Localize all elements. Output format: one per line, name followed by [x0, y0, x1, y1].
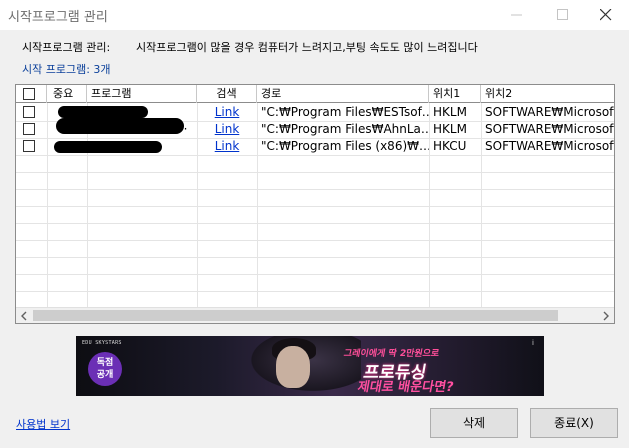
- delete-button[interactable]: 삭제: [430, 408, 518, 438]
- location1-cell: HKLM: [433, 105, 467, 119]
- location2-cell: SOFTWARE₩Microsoft₩: [485, 105, 614, 119]
- row-checkbox[interactable]: [23, 140, 35, 152]
- select-all-checkbox[interactable]: [23, 88, 35, 100]
- location2-cell: SOFTWARE₩Microsoft₩: [485, 122, 614, 136]
- table-row[interactable]: ··· Link "C:₩Program Files₩AhnLa… HKLM S…: [16, 118, 614, 138]
- grid-row-line: [16, 223, 614, 224]
- grid-row-line: [16, 257, 614, 258]
- banner-badge: 독점 공개: [88, 352, 122, 386]
- search-link[interactable]: Link: [215, 139, 240, 153]
- banner-badge-text: 독점 공개: [96, 358, 114, 380]
- close-icon: [600, 9, 612, 21]
- redacted-program-name: [54, 141, 162, 153]
- maximize-button[interactable]: [540, 0, 586, 30]
- redacted-program-name: [56, 118, 184, 134]
- ad-info-icon[interactable]: i: [532, 339, 540, 347]
- grid-row-line: [16, 189, 614, 190]
- table-header: 중요 프로그램 검색 경로 위치1 위치2: [16, 85, 614, 103]
- location1-cell: HKLM: [433, 122, 467, 136]
- program-count: 시작 프로그램: 3개: [22, 63, 111, 76]
- header-location2[interactable]: 위치2: [481, 85, 614, 103]
- scroll-right-arrow-icon[interactable]: [601, 311, 611, 321]
- description-text: 시작프로그램이 많을 경우 컴퓨터가 느려지고,부팅 속도도 많이 느려집니다: [136, 41, 478, 54]
- path-cell: "C:₩Program Files₩ESTsof…: [261, 105, 429, 119]
- search-link[interactable]: Link: [215, 105, 240, 119]
- search-link[interactable]: Link: [215, 122, 240, 136]
- grid-row-line: [16, 206, 614, 207]
- location2-cell: SOFTWARE₩Microsoft₩: [485, 139, 614, 153]
- scrollbar-thumb[interactable]: [33, 310, 558, 321]
- maximize-icon: [557, 9, 568, 20]
- table-row[interactable]: Link "C:₩Program Files (x86)₩… HKCU SOFT…: [16, 138, 614, 155]
- header-path[interactable]: 경로: [257, 85, 429, 103]
- header-location1[interactable]: 위치1: [429, 85, 481, 103]
- scroll-left-arrow-icon[interactable]: [19, 311, 29, 321]
- redacted-program-name: [58, 106, 148, 118]
- exit-button[interactable]: 종료(X): [530, 408, 618, 438]
- startup-program-table[interactable]: 중요 프로그램 검색 경로 위치1 위치2 Link "C:₩Program F…: [15, 84, 615, 324]
- banner-person-face: [276, 346, 310, 388]
- howto-link[interactable]: 사용법 보기: [16, 416, 70, 432]
- header-program[interactable]: 프로그램: [87, 85, 197, 103]
- banner-headline-3: 제대로 배운다면?: [356, 380, 455, 395]
- minimize-button[interactable]: [494, 0, 540, 30]
- row-checkbox[interactable]: [23, 123, 35, 135]
- banner-brand: EDU SKYSTARS: [82, 340, 122, 346]
- path-cell: "C:₩Program Files (x86)₩…: [261, 139, 429, 153]
- location1-cell: HKCU: [433, 139, 467, 153]
- grid-row-line: [16, 155, 614, 156]
- description-label: 시작프로그램 관리:: [22, 41, 111, 54]
- horizontal-scrollbar[interactable]: [16, 307, 614, 323]
- header-search[interactable]: 검색: [197, 85, 257, 103]
- header-important[interactable]: 중요: [47, 85, 87, 103]
- title-bar: 시작프로그램 관리: [0, 0, 629, 30]
- grid-row-line: [16, 240, 614, 241]
- close-button[interactable]: [583, 0, 629, 30]
- program-name-overflow: ···: [176, 122, 188, 136]
- grid-row-line: [16, 172, 614, 173]
- minimize-icon: [511, 14, 522, 16]
- advertisement-banner[interactable]: EDU SKYSTARS 독점 공개 그레이에게 딱 2만원으로 프로듀싱 제대…: [76, 336, 544, 396]
- row-checkbox[interactable]: [23, 106, 35, 118]
- header-select-all[interactable]: [16, 85, 47, 103]
- window-title: 시작프로그램 관리: [8, 10, 108, 25]
- path-cell: "C:₩Program Files₩AhnLa…: [261, 122, 429, 136]
- grid-row-line: [16, 291, 614, 292]
- grid-row-line: [16, 274, 614, 275]
